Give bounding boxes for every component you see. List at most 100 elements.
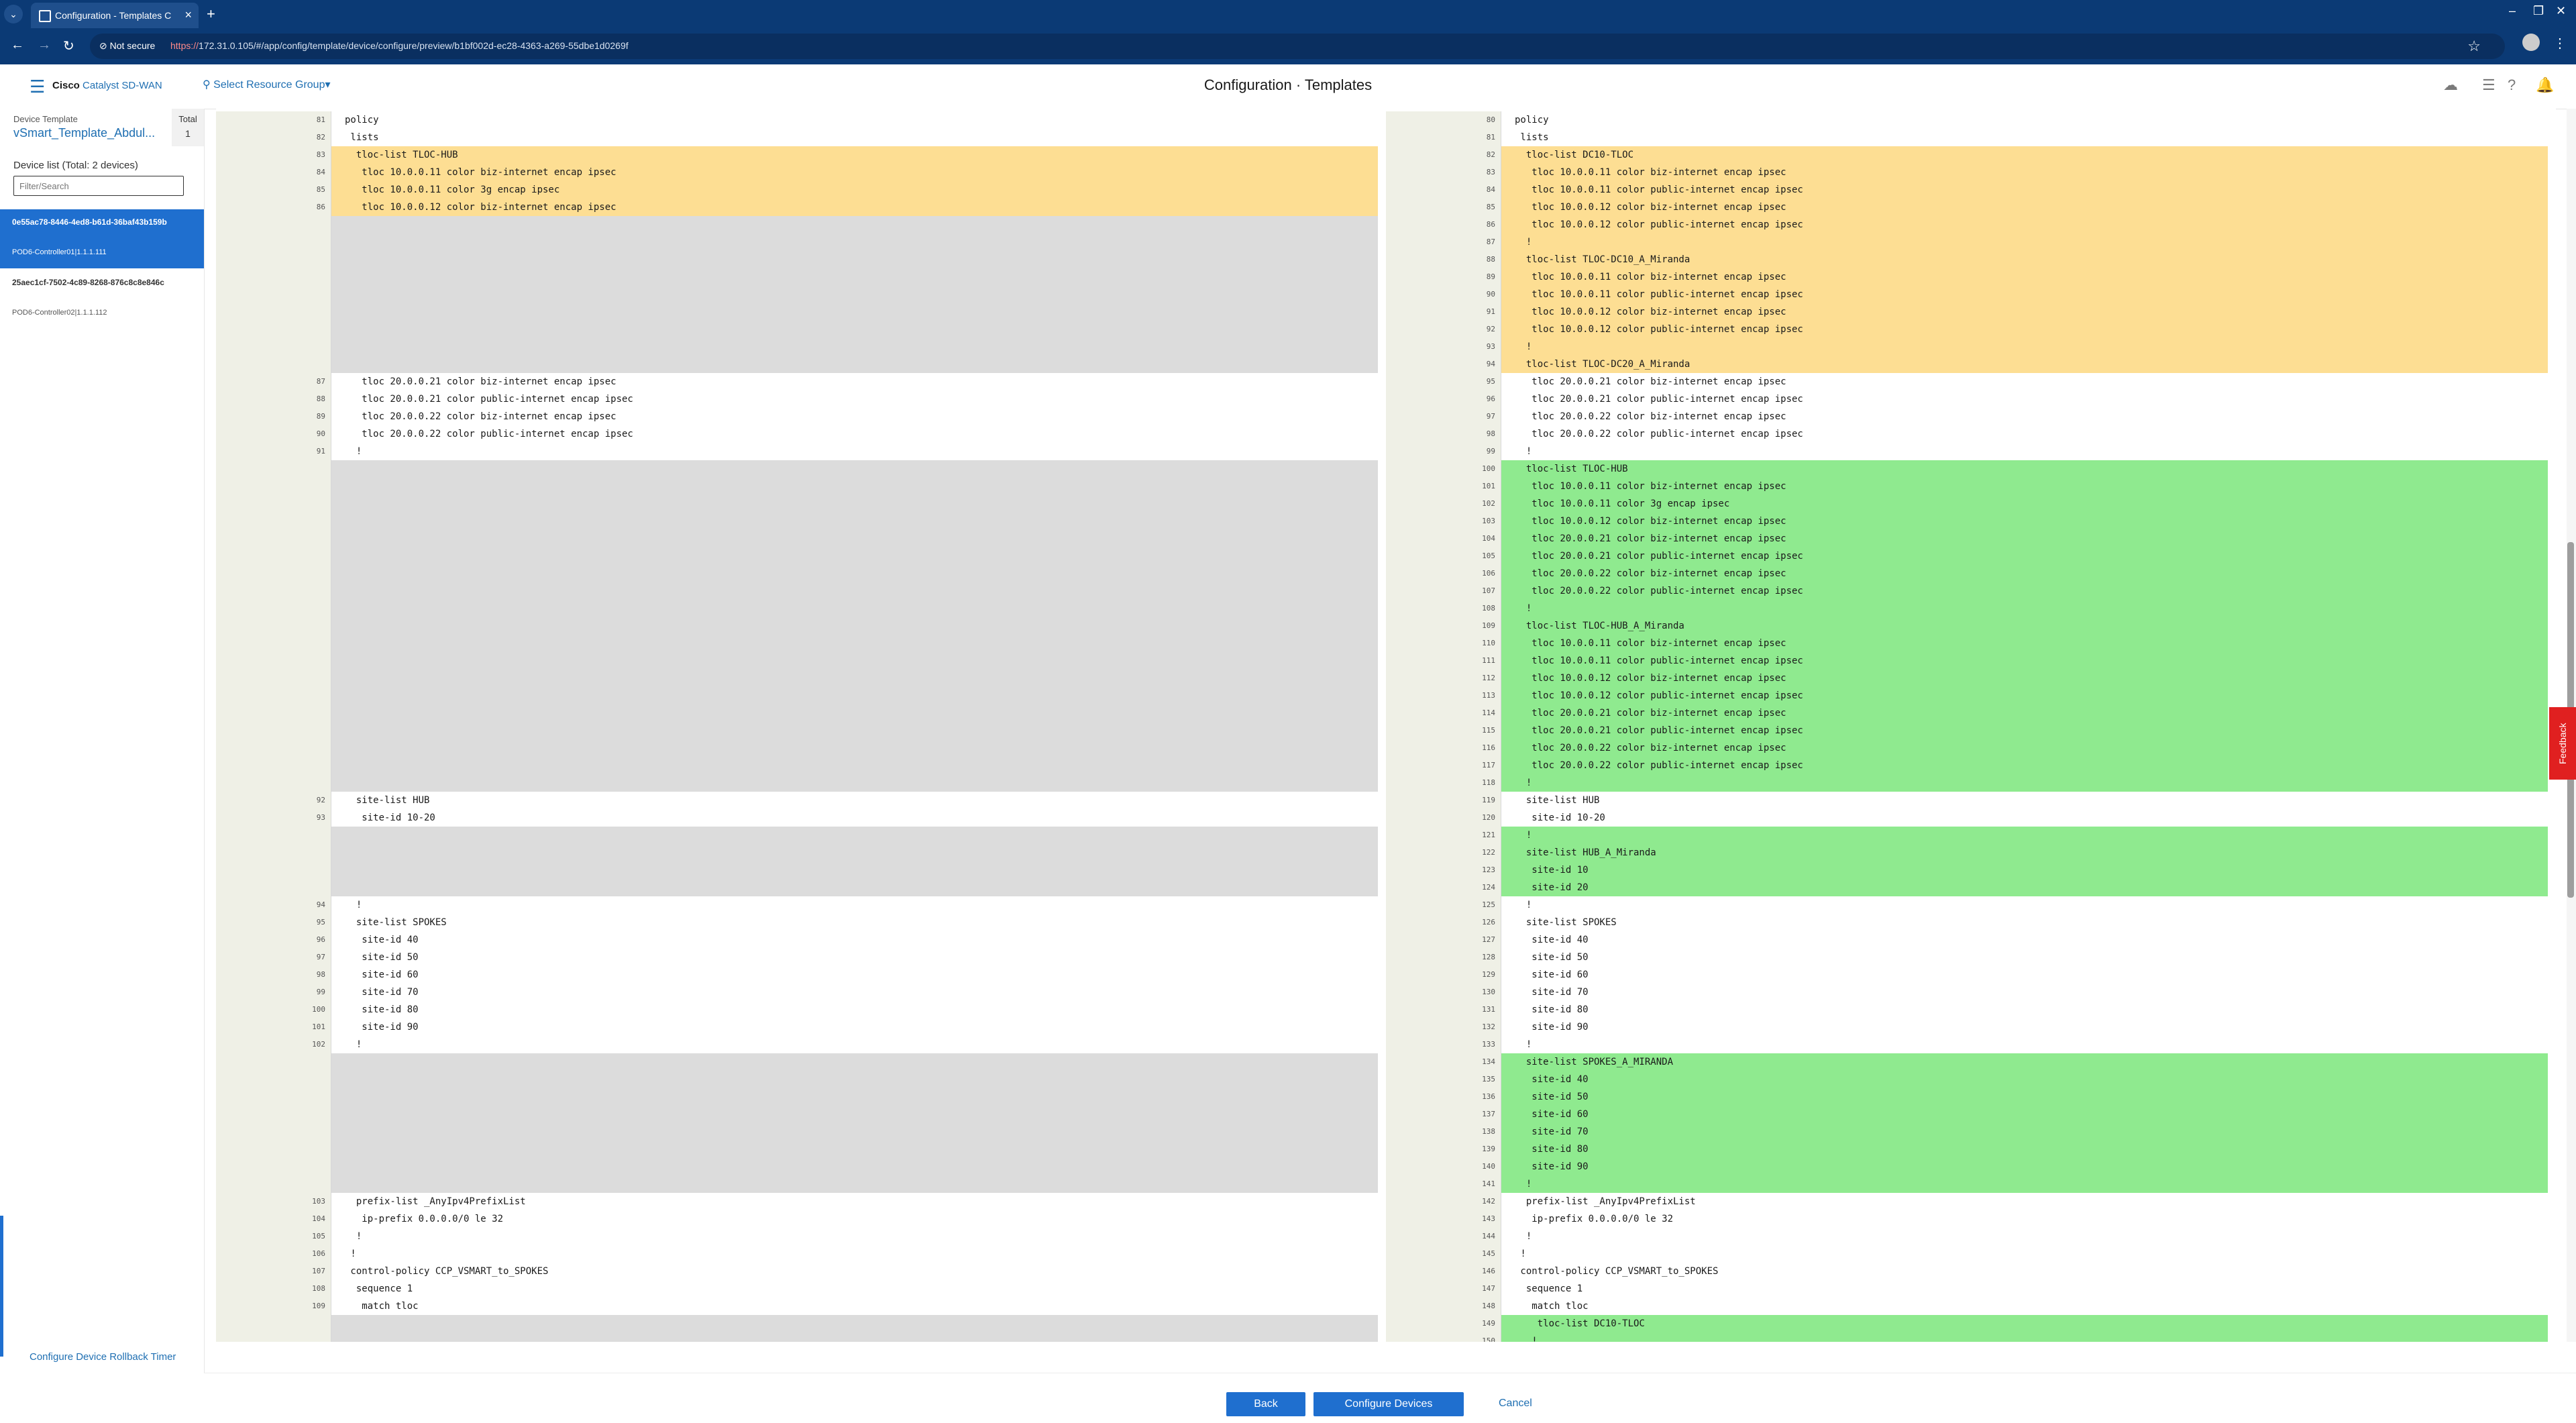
left-code-line: match tloc bbox=[331, 1298, 1378, 1315]
new-tab-icon[interactable]: + bbox=[207, 5, 215, 23]
left-code-line bbox=[331, 774, 1378, 792]
right-line-number: 92 bbox=[1386, 321, 1501, 338]
right-line-number: 132 bbox=[1386, 1018, 1501, 1036]
diff-row: 122 site-list HUB_A_Miranda bbox=[216, 844, 2556, 861]
help-icon[interactable]: ? bbox=[2508, 76, 2516, 94]
bookmark-star-icon[interactable]: ☆ bbox=[2467, 38, 2481, 55]
not-secure-indicator[interactable]: ⊘ Not secure bbox=[99, 40, 155, 52]
right-code-line: site-id 90 bbox=[1501, 1158, 2548, 1175]
left-code-line bbox=[331, 513, 1378, 530]
left-code-line: control-policy CCP_VSMART_to_SPOKES bbox=[331, 1263, 1378, 1280]
left-line-number: 95 bbox=[216, 914, 331, 931]
cloud-icon[interactable]: ☁ bbox=[2443, 76, 2458, 94]
restore-icon[interactable]: ❐ bbox=[2533, 4, 2544, 18]
right-code-line: site-id 40 bbox=[1501, 1071, 2548, 1088]
right-code-line: site-id 90 bbox=[1501, 1018, 2548, 1036]
left-code-line bbox=[331, 1175, 1378, 1193]
configure-devices-button[interactable]: Configure Devices bbox=[1313, 1392, 1464, 1416]
rollback-timer-link[interactable]: Configure Device Rollback Timer bbox=[30, 1351, 176, 1363]
device-list-panel: Device Template vSmart_Template_Abdul...… bbox=[0, 109, 205, 1422]
diff-row: 105 tloc 20.0.0.21 color public-internet… bbox=[216, 547, 2556, 565]
back-arrow-icon[interactable]: ← bbox=[11, 38, 24, 53]
left-line-number bbox=[216, 687, 331, 704]
left-code-line bbox=[331, 1106, 1378, 1123]
right-code-line: tloc 10.0.0.12 color biz-internet encap … bbox=[1501, 670, 2548, 687]
right-code-line: tloc 10.0.0.12 color public-internet enc… bbox=[1501, 321, 2548, 338]
left-line-number: 99 bbox=[216, 984, 331, 1001]
right-code-line: site-id 60 bbox=[1501, 1106, 2548, 1123]
left-line-number: 103 bbox=[216, 1193, 331, 1210]
right-line-number: 149 bbox=[1386, 1315, 1501, 1332]
left-line-number: 91 bbox=[216, 443, 331, 460]
right-code-line: ! bbox=[1501, 338, 2548, 356]
diff-row: 139 site-id 80 bbox=[216, 1141, 2556, 1158]
device-item-controller02[interactable]: 25aec1cf-7502-4c89-8268-876c8c8e846c POD… bbox=[0, 270, 204, 329]
diff-row: 107 control-policy CCP_VSMART_to_SPOKES 1… bbox=[216, 1263, 2556, 1280]
close-window-icon[interactable]: ✕ bbox=[2556, 4, 2566, 18]
device-item-controller01[interactable]: 0e55ac78-8446-4ed8-b61d-36baf43b159b POD… bbox=[0, 209, 204, 268]
minimize-icon[interactable]: – bbox=[2509, 4, 2516, 18]
right-line-number: 131 bbox=[1386, 1001, 1501, 1018]
notifications-bell-icon[interactable]: 🔔 bbox=[2536, 76, 2554, 94]
right-line-number: 88 bbox=[1386, 251, 1501, 268]
right-line-number: 113 bbox=[1386, 687, 1501, 704]
left-line-number bbox=[216, 635, 331, 652]
forward-arrow-icon[interactable]: → bbox=[38, 38, 51, 53]
left-code-line bbox=[331, 530, 1378, 547]
right-line-number: 141 bbox=[1386, 1175, 1501, 1193]
back-button[interactable]: Back bbox=[1226, 1392, 1305, 1416]
diff-row: 92 site-list HUB 119 site-list HUB bbox=[216, 792, 2556, 809]
right-line-number: 147 bbox=[1386, 1280, 1501, 1298]
right-line-number: 86 bbox=[1386, 216, 1501, 233]
feedback-tab[interactable]: Feedback bbox=[2549, 707, 2576, 780]
right-line-number: 127 bbox=[1386, 931, 1501, 949]
right-line-number: 117 bbox=[1386, 757, 1501, 774]
diff-row: 90 tloc 10.0.0.11 color public-internet … bbox=[216, 286, 2556, 303]
right-code-line: tloc 20.0.0.21 color biz-internet encap … bbox=[1501, 530, 2548, 547]
right-line-number: 97 bbox=[1386, 408, 1501, 425]
diff-row: 86 tloc 10.0.0.12 color public-internet … bbox=[216, 216, 2556, 233]
left-line-number bbox=[216, 216, 331, 233]
right-code-line: site-list HUB_A_Miranda bbox=[1501, 844, 2548, 861]
diff-row: 89 tloc 10.0.0.11 color biz-internet enc… bbox=[216, 268, 2556, 286]
left-line-number: 108 bbox=[216, 1280, 331, 1298]
left-line-number bbox=[216, 757, 331, 774]
diff-row: 114 tloc 20.0.0.21 color biz-internet en… bbox=[216, 704, 2556, 722]
right-code-line: tloc 20.0.0.21 color public-internet enc… bbox=[1501, 547, 2548, 565]
diff-row: 88 tloc 20.0.0.21 color public-internet … bbox=[216, 390, 2556, 408]
left-line-number: 81 bbox=[216, 111, 331, 129]
filter-search-input[interactable] bbox=[13, 176, 184, 196]
browser-tab[interactable]: Configuration - Templates C × bbox=[31, 3, 199, 28]
left-code-line: tloc 10.0.0.11 color 3g encap ipsec bbox=[331, 181, 1378, 199]
left-code-line: policy bbox=[331, 111, 1378, 129]
diff-row: 101 site-id 90 132 site-id 90 bbox=[216, 1018, 2556, 1036]
left-line-number bbox=[216, 739, 331, 757]
left-line-number bbox=[216, 460, 331, 478]
profile-avatar-icon[interactable] bbox=[2522, 34, 2540, 51]
right-code-line: ! bbox=[1501, 233, 2548, 251]
left-line-number: 90 bbox=[216, 425, 331, 443]
diff-row: 108 ! bbox=[216, 600, 2556, 617]
cancel-button[interactable]: Cancel bbox=[1499, 1398, 1532, 1410]
left-line-number: 87 bbox=[216, 373, 331, 390]
left-code-line bbox=[331, 286, 1378, 303]
tab-search-chevron-icon[interactable]: ⌄ bbox=[4, 5, 23, 23]
right-code-line: tloc 20.0.0.21 color public-internet enc… bbox=[1501, 390, 2548, 408]
url-field[interactable]: ⊘ Not secure https://172.31.0.105/#/app/… bbox=[90, 34, 2505, 59]
right-code-line: ! bbox=[1501, 1332, 2548, 1342]
left-code-line bbox=[331, 582, 1378, 600]
tasks-list-icon[interactable]: ☰ bbox=[2482, 76, 2496, 94]
right-line-number: 108 bbox=[1386, 600, 1501, 617]
browser-menu-icon[interactable]: ⋮ bbox=[2553, 35, 2567, 52]
device-template-name[interactable]: vSmart_Template_Abdul... bbox=[13, 126, 161, 140]
right-code-line: tloc-list TLOC-HUB_A_Miranda bbox=[1501, 617, 2548, 635]
diff-row: 94 ! 125 ! bbox=[216, 896, 2556, 914]
left-line-number bbox=[216, 1123, 331, 1141]
tab-close-icon[interactable]: × bbox=[184, 8, 192, 22]
right-code-line: tloc 10.0.0.11 color biz-internet encap … bbox=[1501, 164, 2548, 181]
diff-row: 101 tloc 10.0.0.11 color biz-internet en… bbox=[216, 478, 2556, 495]
left-line-number bbox=[216, 617, 331, 635]
reload-icon[interactable]: ↻ bbox=[63, 38, 74, 54]
right-code-line: site-id 60 bbox=[1501, 966, 2548, 984]
right-line-number: 119 bbox=[1386, 792, 1501, 809]
